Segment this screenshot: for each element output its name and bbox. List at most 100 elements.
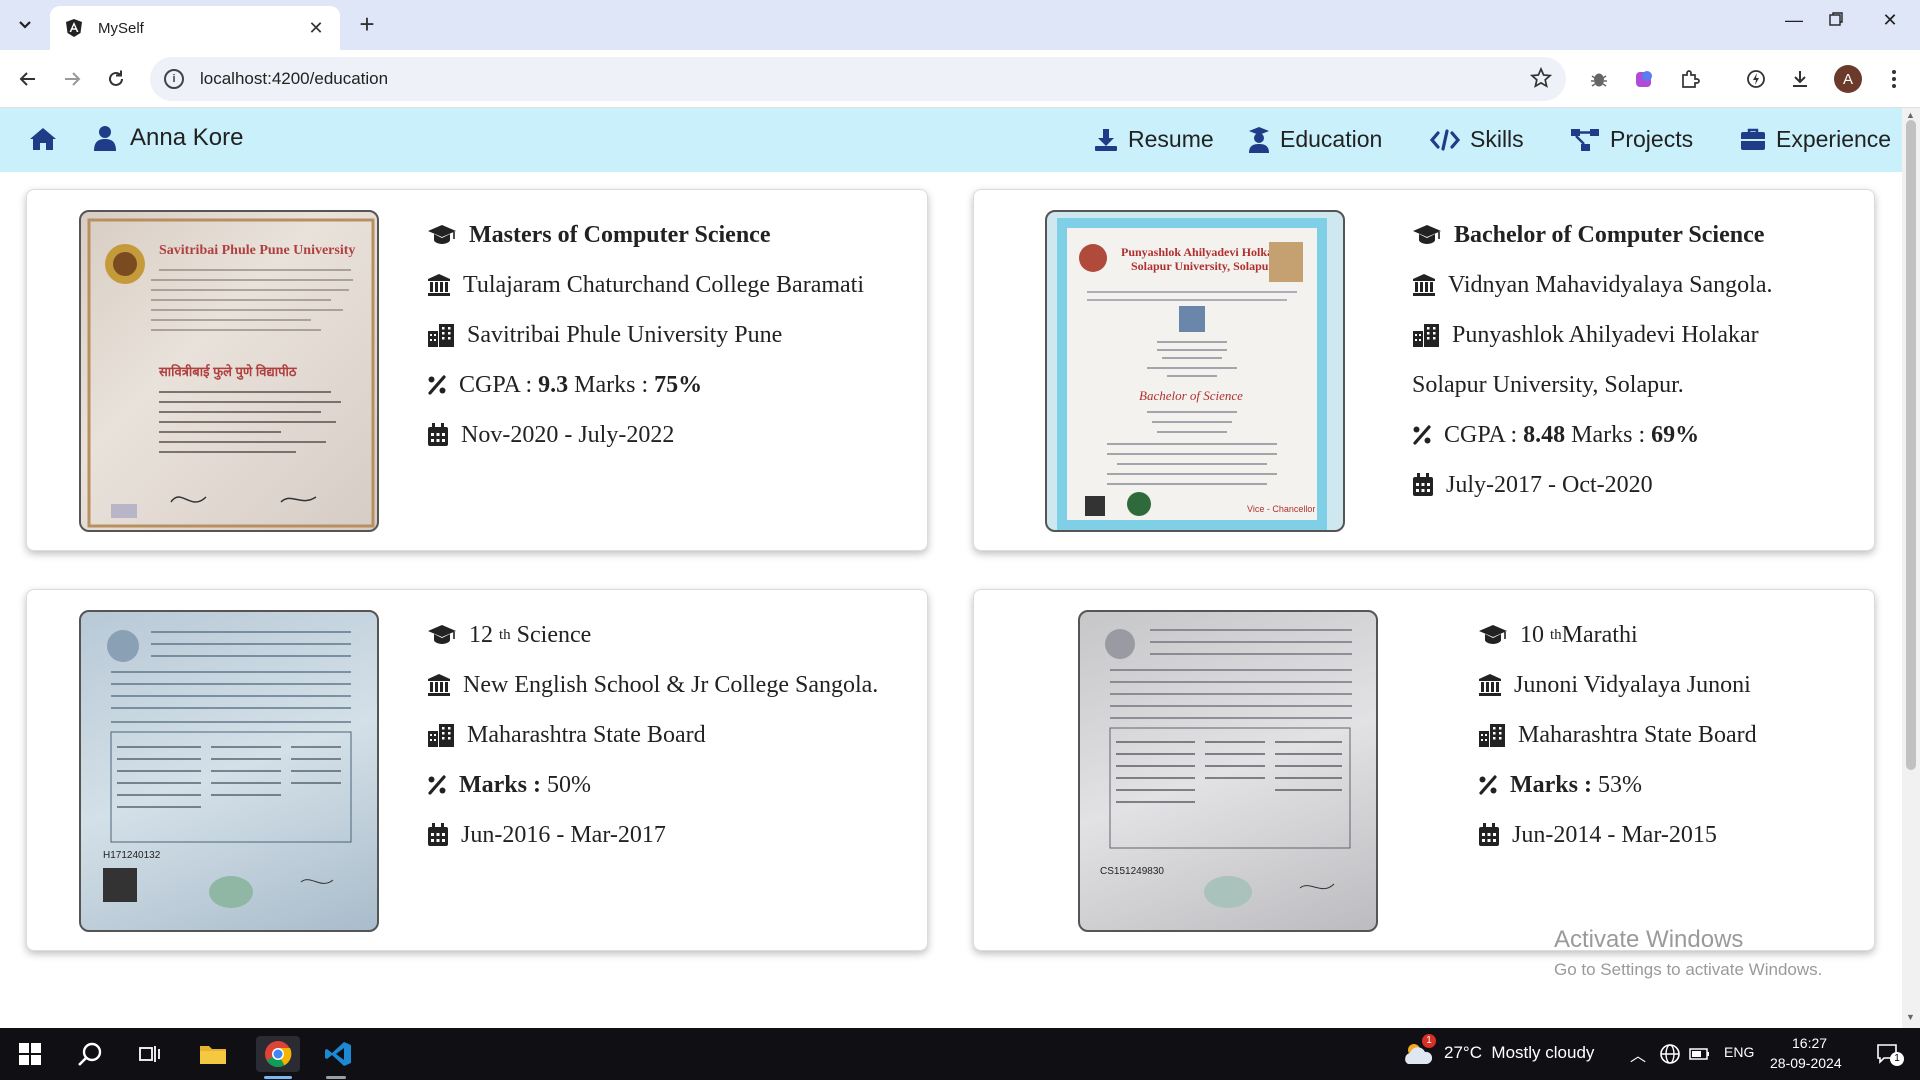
browser-toolbar: i localhost:4200/education A [0,50,1920,108]
cgpa-label: CGPA : [459,371,539,398]
address-url[interactable]: localhost:4200/education [200,69,388,89]
chevron-down-icon [19,21,31,29]
weather-widget-icon[interactable]: 1 [1398,1034,1438,1072]
percent-icon [427,775,447,795]
degree-text: Science [510,621,592,648]
education-card-bachelor: Punyashlok Ahilyadevi Holkar Solapur Uni… [973,189,1875,551]
new-tab-button[interactable]: + [352,10,382,40]
task-view-button[interactable] [130,1036,170,1072]
education-card-10th: CS151249830 10 th Marathi Junoni Vidyalaya… [973,589,1875,951]
marks-label: Marks : [1510,771,1598,798]
task-view-icon [139,1046,160,1062]
svg-text:Vice - Chancellor: Vice - Chancellor [1247,504,1315,514]
education-info-masters: Masters of Computer Science Tulajaram Ch… [427,210,864,460]
download-icon[interactable] [1786,65,1814,93]
briefcase-icon [1741,128,1765,150]
marks-label: Marks : [459,771,547,798]
home-link[interactable] [28,126,58,152]
performance-icon[interactable] [1742,65,1770,93]
angular-logo-icon [66,19,82,37]
search-button[interactable] [70,1036,110,1072]
svg-text:Savitribai Phule Pune Universi: Savitribai Phule Pune University [159,243,355,258]
university-name-line2: Solapur University, Solapur. [1412,371,1684,398]
tab-search-button[interactable] [8,8,42,42]
tab-title: MySelf [98,19,144,37]
svg-text:सावित्रीबाई फुले पुणे विद्यापी: सावित्रीबाई फुले पुणे विद्यापीठ [158,364,298,380]
download-icon [1095,128,1117,151]
nav-projects-label: Projects [1610,126,1694,152]
nav-education[interactable]: Education [1248,126,1382,153]
board-name: Maharashtra State Board [1518,721,1757,748]
university-icon [1478,673,1502,697]
close-window-button[interactable]: ✕ [1870,10,1910,40]
clock-date[interactable]: 28-09-2024 [1770,1055,1842,1071]
city-icon [427,323,455,347]
bug-extension-icon[interactable] [1585,65,1613,93]
address-bar[interactable]: i localhost:4200/education [150,57,1566,101]
color-extension-icon[interactable] [1630,65,1658,93]
user-name-link[interactable]: Anna Kore [94,124,243,152]
start-button[interactable] [10,1036,50,1072]
forward-button[interactable] [56,63,88,95]
college-name: New English School & Jr College Sangola. [463,671,879,698]
vscode-icon [325,1042,351,1066]
tab-close-icon[interactable]: ✕ [306,18,326,39]
folder-icon [200,1046,226,1064]
degree-text: Marathi [1561,621,1638,648]
user-name: Anna Kore [130,124,244,151]
notification-center-button[interactable]: 1 [1868,1036,1908,1072]
browser-tab[interactable]: MySelf ✕ [50,6,340,50]
cgpa-label: CGPA : [1444,421,1524,448]
extensions-puzzle-icon[interactable] [1676,65,1704,93]
scroll-down-arrow[interactable]: ▼ [1906,1012,1915,1022]
university-name-line1: Punyashlok Ahilyadevi Holakar [1452,321,1759,348]
page-scrollbar[interactable]: ▲ ▼ [1902,108,1920,1028]
show-hidden-icons[interactable]: ︿ [1630,1042,1646,1066]
project-diagram-icon [1571,128,1599,151]
bookmark-star-icon[interactable] [1530,67,1552,89]
board-name: Maharashtra State Board [467,721,706,748]
user-icon [94,126,116,151]
marks-value: 50% [546,771,591,798]
back-button[interactable] [12,63,44,95]
file-explorer-button[interactable] [193,1036,233,1072]
college-name: Junoni Vidyalaya Junoni [1514,671,1751,698]
vscode-taskbar-button[interactable] [318,1036,358,1072]
percent-icon [1478,775,1498,795]
scroll-thumb[interactable] [1906,120,1916,770]
network-globe-icon[interactable] [1656,1036,1684,1072]
site-info-icon[interactable]: i [164,69,184,89]
reload-button[interactable] [100,63,132,95]
code-icon [1430,128,1460,151]
activate-subtitle: Go to Settings to activate Windows. [1554,960,1823,979]
weather-text[interactable]: 27°C Mostly cloudy [1444,1043,1594,1063]
more-menu-icon[interactable] [1880,65,1908,93]
study-period: Jun-2016 - Mar-2017 [461,821,666,848]
nav-resume-label: Resume [1128,126,1214,152]
marks-label: Marks : [1565,421,1652,448]
battery-icon[interactable] [1686,1036,1714,1072]
scroll-up-arrow[interactable]: ▲ [1906,110,1915,120]
nav-skills-label: Skills [1470,126,1524,152]
windows-taskbar: 1 27°C Mostly cloudy ︿ ENG 16:27 28-09-2… [0,1028,1920,1080]
profile-avatar[interactable]: A [1834,65,1862,93]
weather-badge: 1 [1422,1034,1436,1048]
nav-experience[interactable]: Experience [1740,126,1891,153]
chrome-taskbar-button[interactable] [256,1036,300,1072]
nav-projects[interactable]: Projects [1570,126,1693,153]
degree-certificate-bachelor: Punyashlok Ahilyadevi Holkar Solapur Uni… [1047,212,1343,530]
chrome-icon [265,1041,292,1068]
city-icon [1412,323,1440,347]
svg-text:Solapur University, Solapur: Solapur University, Solapur [1131,259,1274,273]
university-icon [1412,273,1436,297]
degree-superscript: th [499,626,511,643]
language-indicator[interactable]: ENG [1724,1044,1754,1060]
calendar-icon [427,423,449,447]
nav-resume[interactable]: Resume [1094,126,1214,153]
clock-time[interactable]: 16:27 [1792,1035,1827,1051]
nav-skills[interactable]: Skills [1430,126,1524,153]
restore-button[interactable] [1816,10,1856,40]
restore-icon [1829,12,1843,26]
search-icon [78,1042,102,1066]
minimize-button[interactable]: — [1774,10,1814,40]
